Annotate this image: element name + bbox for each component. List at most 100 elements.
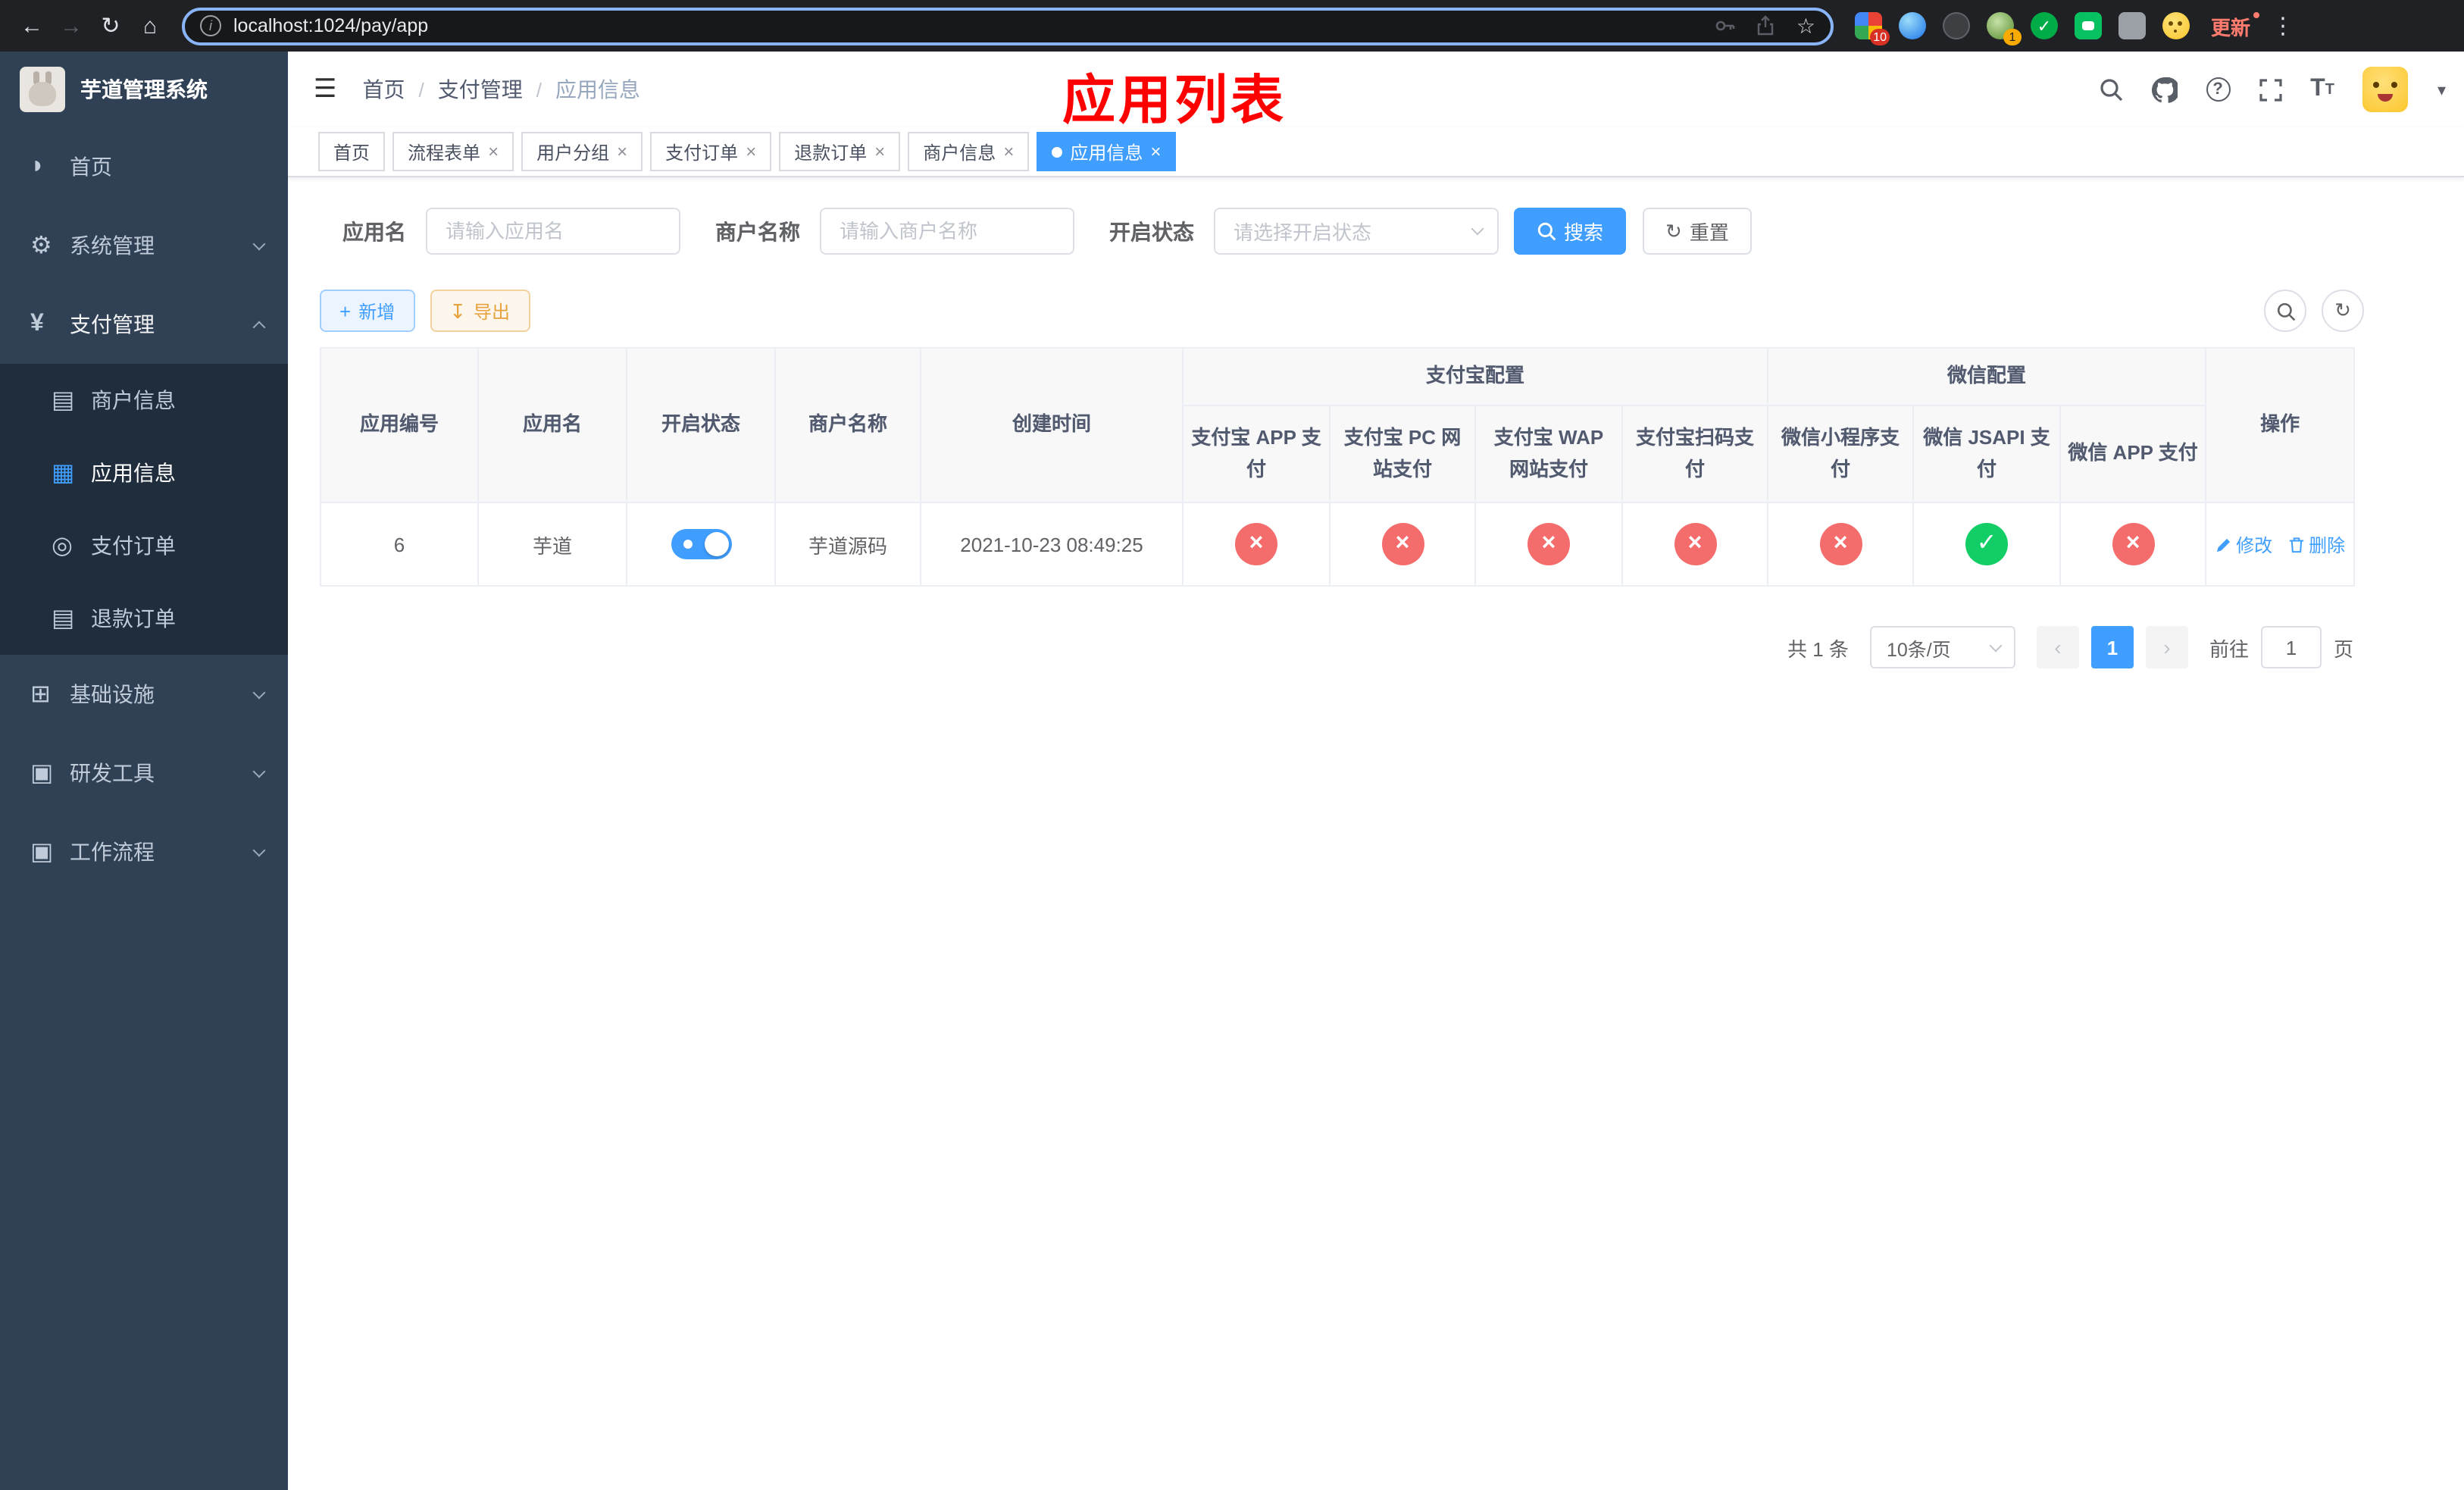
close-icon[interactable]: × <box>874 142 885 161</box>
enabled-cell <box>626 502 776 587</box>
chat-extension-icon[interactable] <box>2075 12 2102 39</box>
sidebar-subitem-pay-order[interactable]: ◎ 支付订单 <box>0 509 288 582</box>
col-header-actions: 操作 <box>2205 347 2356 503</box>
next-page-button[interactable]: › <box>2145 626 2188 668</box>
forward-icon[interactable]: → <box>52 13 91 39</box>
search-icon[interactable] <box>2098 77 2122 102</box>
close-icon[interactable]: × <box>617 142 627 161</box>
extensions-grid-icon[interactable]: 10 <box>1855 12 1890 45</box>
refresh-table-button[interactable]: ↻ <box>2322 290 2364 332</box>
col-header-created: 创建时间 <box>920 347 1184 503</box>
goto-input[interactable] <box>2260 626 2322 668</box>
sidebar-item-payment[interactable]: ¥ 支付管理 <box>0 285 288 364</box>
tab-refund-order[interactable]: 退款订单 × <box>779 132 901 171</box>
add-button[interactable]: + 新增 <box>320 290 415 332</box>
chevron-down-icon[interactable]: ▾ <box>2437 80 2446 99</box>
back-icon[interactable]: ← <box>12 13 52 39</box>
payment-submenu: ▤ 商户信息 ▦ 应用信息 ◎ 支付订单 ▤ 退款订单 <box>0 364 288 655</box>
sidebar-item-infrastructure[interactable]: ⊞ 基础设施 <box>0 655 288 734</box>
sidebar-item-dev-tools[interactable]: ▣ 研发工具 <box>0 734 288 812</box>
page-size-select[interactable]: 10条/页 <box>1869 626 2015 668</box>
emoji-extension-icon[interactable] <box>2162 12 2190 39</box>
tab-user-group[interactable]: 用户分组 × <box>521 132 643 171</box>
delete-link[interactable]: 删除 <box>2287 531 2345 557</box>
dark-extension-icon[interactable] <box>1943 12 1970 39</box>
puzzle-extension-icon[interactable] <box>2118 12 2146 39</box>
sidebar: 芋道管理系统 ◗ 首页 ⚙ 系统管理 ¥ 支付管理 ▤ 商户信息 ▦ 应用信息 <box>0 52 288 1490</box>
col-header-alipay-app: 支付宝 APP 支付 <box>1182 405 1330 503</box>
close-icon[interactable]: × <box>488 142 499 161</box>
reset-button[interactable]: ↻ 重置 <box>1643 208 1752 255</box>
status-select[interactable]: 请选择开启状态 <box>1214 208 1499 255</box>
group-header-alipay: 支付宝配置 <box>1181 347 1769 406</box>
help-icon[interactable]: ? <box>2206 77 2231 102</box>
col-header-alipay-pc: 支付宝 PC 网站支付 <box>1329 405 1476 503</box>
tab-pay-order[interactable]: 支付订单 × <box>650 132 772 171</box>
address-bar[interactable]: i localhost:1024/pay/app ☆ <box>182 7 1834 45</box>
col-header-wechat-mini: 微信小程序支付 <box>1767 405 1915 503</box>
merchant-name-input[interactable] <box>820 208 1074 255</box>
col-header-app-name: 应用名 <box>477 347 627 503</box>
font-size-icon[interactable]: TT <box>2310 76 2334 103</box>
password-key-icon[interactable] <box>1715 15 1736 36</box>
wechat-jsapi-status-icon: ✓ <box>1965 523 2009 565</box>
app-name-label: 应用名 <box>342 219 406 243</box>
sidebar-subitem-refund-order[interactable]: ▤ 退款订单 <box>0 582 288 655</box>
chevron-down-icon <box>252 765 266 778</box>
tab-process-form[interactable]: 流程表单 × <box>392 132 514 171</box>
col-header-alipay-qr: 支付宝扫码支付 <box>1621 405 1769 503</box>
collapse-sidebar-icon[interactable]: ☰ <box>314 74 337 105</box>
prev-page-button[interactable]: ‹ <box>2036 626 2079 668</box>
check-extension-icon[interactable]: ✓ <box>2031 12 2058 39</box>
profile-extension-icon[interactable]: 1 <box>1987 12 2022 45</box>
share-icon[interactable] <box>1756 15 1777 36</box>
table-row: 6 芋道 芋道源码 2021-10-23 08:49:25 × × × × × … <box>320 502 2356 587</box>
close-icon[interactable]: × <box>1150 142 1161 161</box>
alipay-wap-status-icon: × <box>1527 523 1570 565</box>
tab-merchant-info[interactable]: 商户信息 × <box>908 132 1030 171</box>
yen-icon: ¥ <box>30 311 44 337</box>
reload-icon[interactable]: ↻ <box>91 12 130 39</box>
close-icon[interactable]: × <box>746 142 756 161</box>
sidebar-subitem-merchant-info[interactable]: ▤ 商户信息 <box>0 364 288 437</box>
app-name-input[interactable] <box>426 208 680 255</box>
search-button[interactable]: 搜索 <box>1514 208 1627 255</box>
col-header-status: 开启状态 <box>626 347 776 503</box>
header-actions: ? TT ▾ <box>2098 52 2446 127</box>
pencil-icon <box>2215 537 2230 552</box>
enabled-switch[interactable] <box>671 529 731 559</box>
edit-link[interactable]: 修改 <box>2215 531 2272 557</box>
breadcrumb-home[interactable]: 首页 <box>363 74 405 105</box>
app-logo-row: 芋道管理系统 <box>0 52 288 127</box>
page-1-button[interactable]: 1 <box>2090 626 2134 668</box>
hide-search-button[interactable] <box>2264 290 2306 332</box>
col-header-wechat-jsapi: 微信 JSAPI 支付 <box>1912 405 2062 503</box>
home-icon[interactable]: ⌂ <box>130 13 170 39</box>
tab-home[interactable]: 首页 <box>318 132 386 171</box>
browser-menu-icon[interactable]: ⋮ <box>2272 12 2294 39</box>
tab-app-info[interactable]: 应用信息 × <box>1037 132 1177 171</box>
drop-extension-icon[interactable] <box>1899 12 1926 39</box>
user-avatar[interactable] <box>2362 67 2409 112</box>
sidebar-item-workflow[interactable]: ▣ 工作流程 <box>0 812 288 891</box>
search-form: 应用名 商户名称 开启状态 请选择开启状态 搜索 ↻ 重置 <box>342 208 2464 255</box>
col-header-alipay-wap: 支付宝 WAP 网站支付 <box>1474 405 1623 503</box>
github-icon[interactable] <box>2151 77 2178 102</box>
sidebar-item-system[interactable]: ⚙ 系统管理 <box>0 206 288 285</box>
plus-icon: + <box>339 299 352 322</box>
chrome-update-button[interactable]: 更新 <box>2211 11 2260 40</box>
site-info-icon[interactable]: i <box>200 15 221 36</box>
active-tab-dot <box>1052 146 1063 157</box>
url-text: localhost:1024/pay/app <box>233 15 429 36</box>
chevron-down-icon <box>252 686 266 700</box>
grid-icon: ▦ <box>52 461 75 487</box>
sidebar-subitem-app-info[interactable]: ▦ 应用信息 <box>0 437 288 509</box>
breadcrumb-section[interactable]: 支付管理 <box>438 74 523 105</box>
export-button[interactable]: ↧ 导出 <box>430 290 530 332</box>
page-suffix: 页 <box>2333 637 2353 660</box>
sidebar-item-home[interactable]: ◗ 首页 <box>0 127 288 206</box>
close-icon[interactable]: × <box>1003 142 1014 161</box>
profile-badge: 1 <box>2003 29 2022 45</box>
fullscreen-icon[interactable] <box>2259 78 2281 101</box>
bookmark-star-icon[interactable]: ☆ <box>1796 15 1815 36</box>
